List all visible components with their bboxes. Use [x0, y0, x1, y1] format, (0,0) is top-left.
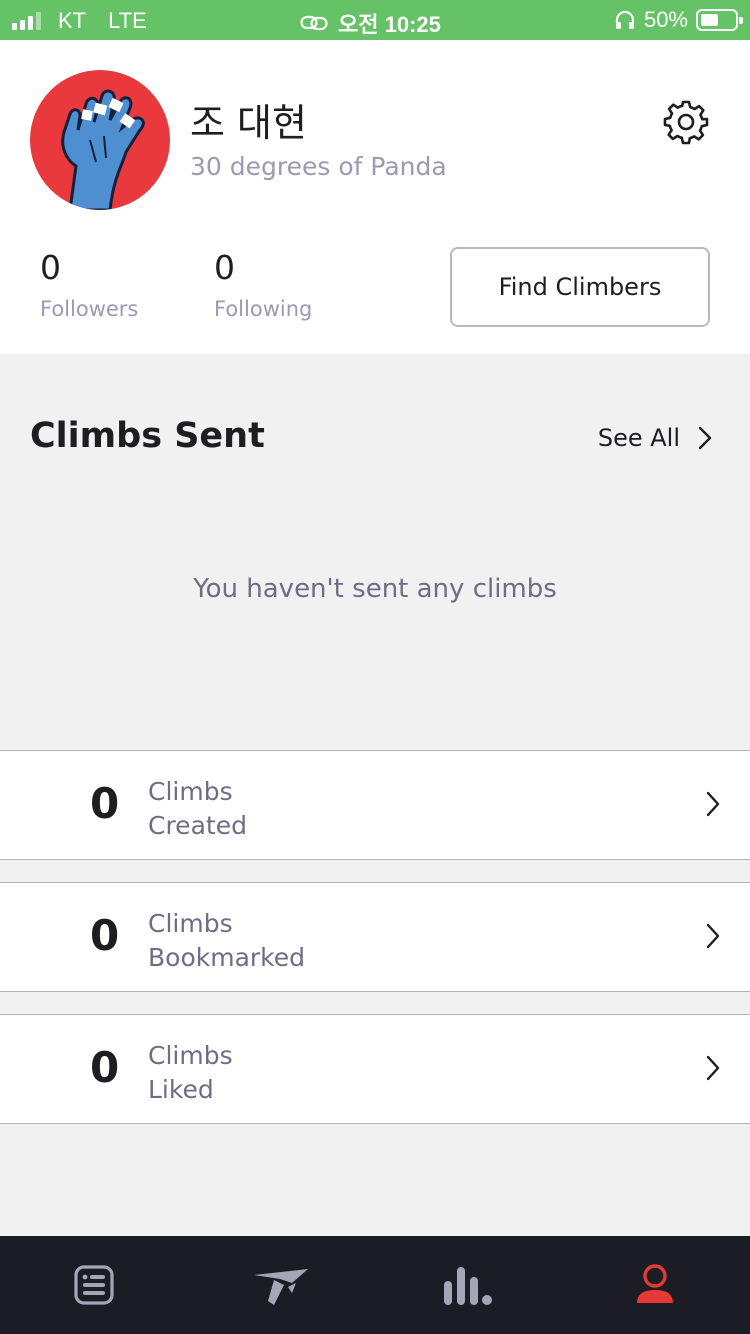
climbs-icon: [253, 1269, 308, 1305]
following-count: 0: [214, 248, 235, 287]
chevron-right-icon: [706, 923, 720, 949]
chevron-right-icon: [706, 1055, 720, 1081]
stats-icon: [443, 1267, 492, 1305]
find-climbers-button[interactable]: Find Climbers: [450, 247, 710, 327]
row-label-line1: Climbs: [148, 1041, 233, 1070]
avatar[interactable]: [30, 70, 170, 210]
gear-icon[interactable]: [662, 98, 710, 146]
chevron-right-icon: [698, 426, 712, 450]
tab-climbs[interactable]: [187, 1236, 374, 1334]
hand-illustration-icon: [61, 89, 145, 210]
climbs-created-count: 0: [90, 779, 120, 828]
row-label-line1: Climbs: [148, 909, 233, 938]
climbs-created-row[interactable]: 0 Climbs Created: [0, 750, 750, 860]
climbs-bookmarked-row[interactable]: 0 Climbs Bookmarked: [0, 882, 750, 992]
climbs-created-label: Climbs Created: [148, 775, 247, 843]
battery-percent: 50%: [643, 7, 688, 32]
headphones-icon: [615, 10, 635, 29]
climbs-liked-count: 0: [90, 1043, 120, 1092]
tab-bar: [0, 1236, 750, 1334]
following-stat[interactable]: 0 Following: [214, 248, 312, 321]
empty-climbs-message: You haven't sent any climbs: [193, 574, 557, 604]
following-label: Following: [214, 297, 313, 321]
row-label-line2: Created: [148, 811, 247, 840]
profile-header: 조 대현 30 degrees of Panda 0 Followers 0 F…: [0, 40, 750, 354]
followers-stat[interactable]: 0 Followers: [40, 248, 138, 321]
tab-profile[interactable]: [561, 1236, 748, 1334]
battery-icon: [696, 9, 743, 31]
followers-label: Followers: [40, 297, 139, 321]
profile-icon: [636, 1264, 673, 1303]
climbs-sent-title: Climbs Sent: [30, 416, 265, 456]
chevron-right-icon: [706, 791, 720, 817]
user-subtitle: 30 degrees of Panda: [190, 152, 447, 181]
see-all-label: See All: [597, 424, 680, 452]
status-bar: KT LTE 오전 10:25 50%: [0, 0, 750, 40]
tab-feed[interactable]: [0, 1236, 187, 1334]
clock-label: 오전 10:25: [338, 12, 441, 37]
signal-icon: [12, 12, 44, 30]
row-label-line2: Bookmarked: [148, 943, 306, 972]
feed-icon: [73, 1265, 114, 1305]
row-label-line2: Liked: [148, 1075, 214, 1104]
user-name: 조 대현: [190, 101, 307, 145]
carrier-label: KT: [58, 8, 87, 33]
link-icon: [300, 15, 328, 31]
followers-count: 0: [40, 248, 61, 287]
climbs-bookmarked-label: Climbs Bookmarked: [148, 907, 305, 975]
row-label-line1: Climbs: [148, 777, 233, 806]
see-all-link[interactable]: See All: [598, 424, 712, 452]
climbs-liked-label: Climbs Liked: [148, 1039, 233, 1107]
climbs-bookmarked-count: 0: [90, 911, 120, 960]
tab-stats[interactable]: [374, 1236, 561, 1334]
climbs-liked-row[interactable]: 0 Climbs Liked: [0, 1014, 750, 1124]
network-label: LTE: [108, 8, 147, 33]
